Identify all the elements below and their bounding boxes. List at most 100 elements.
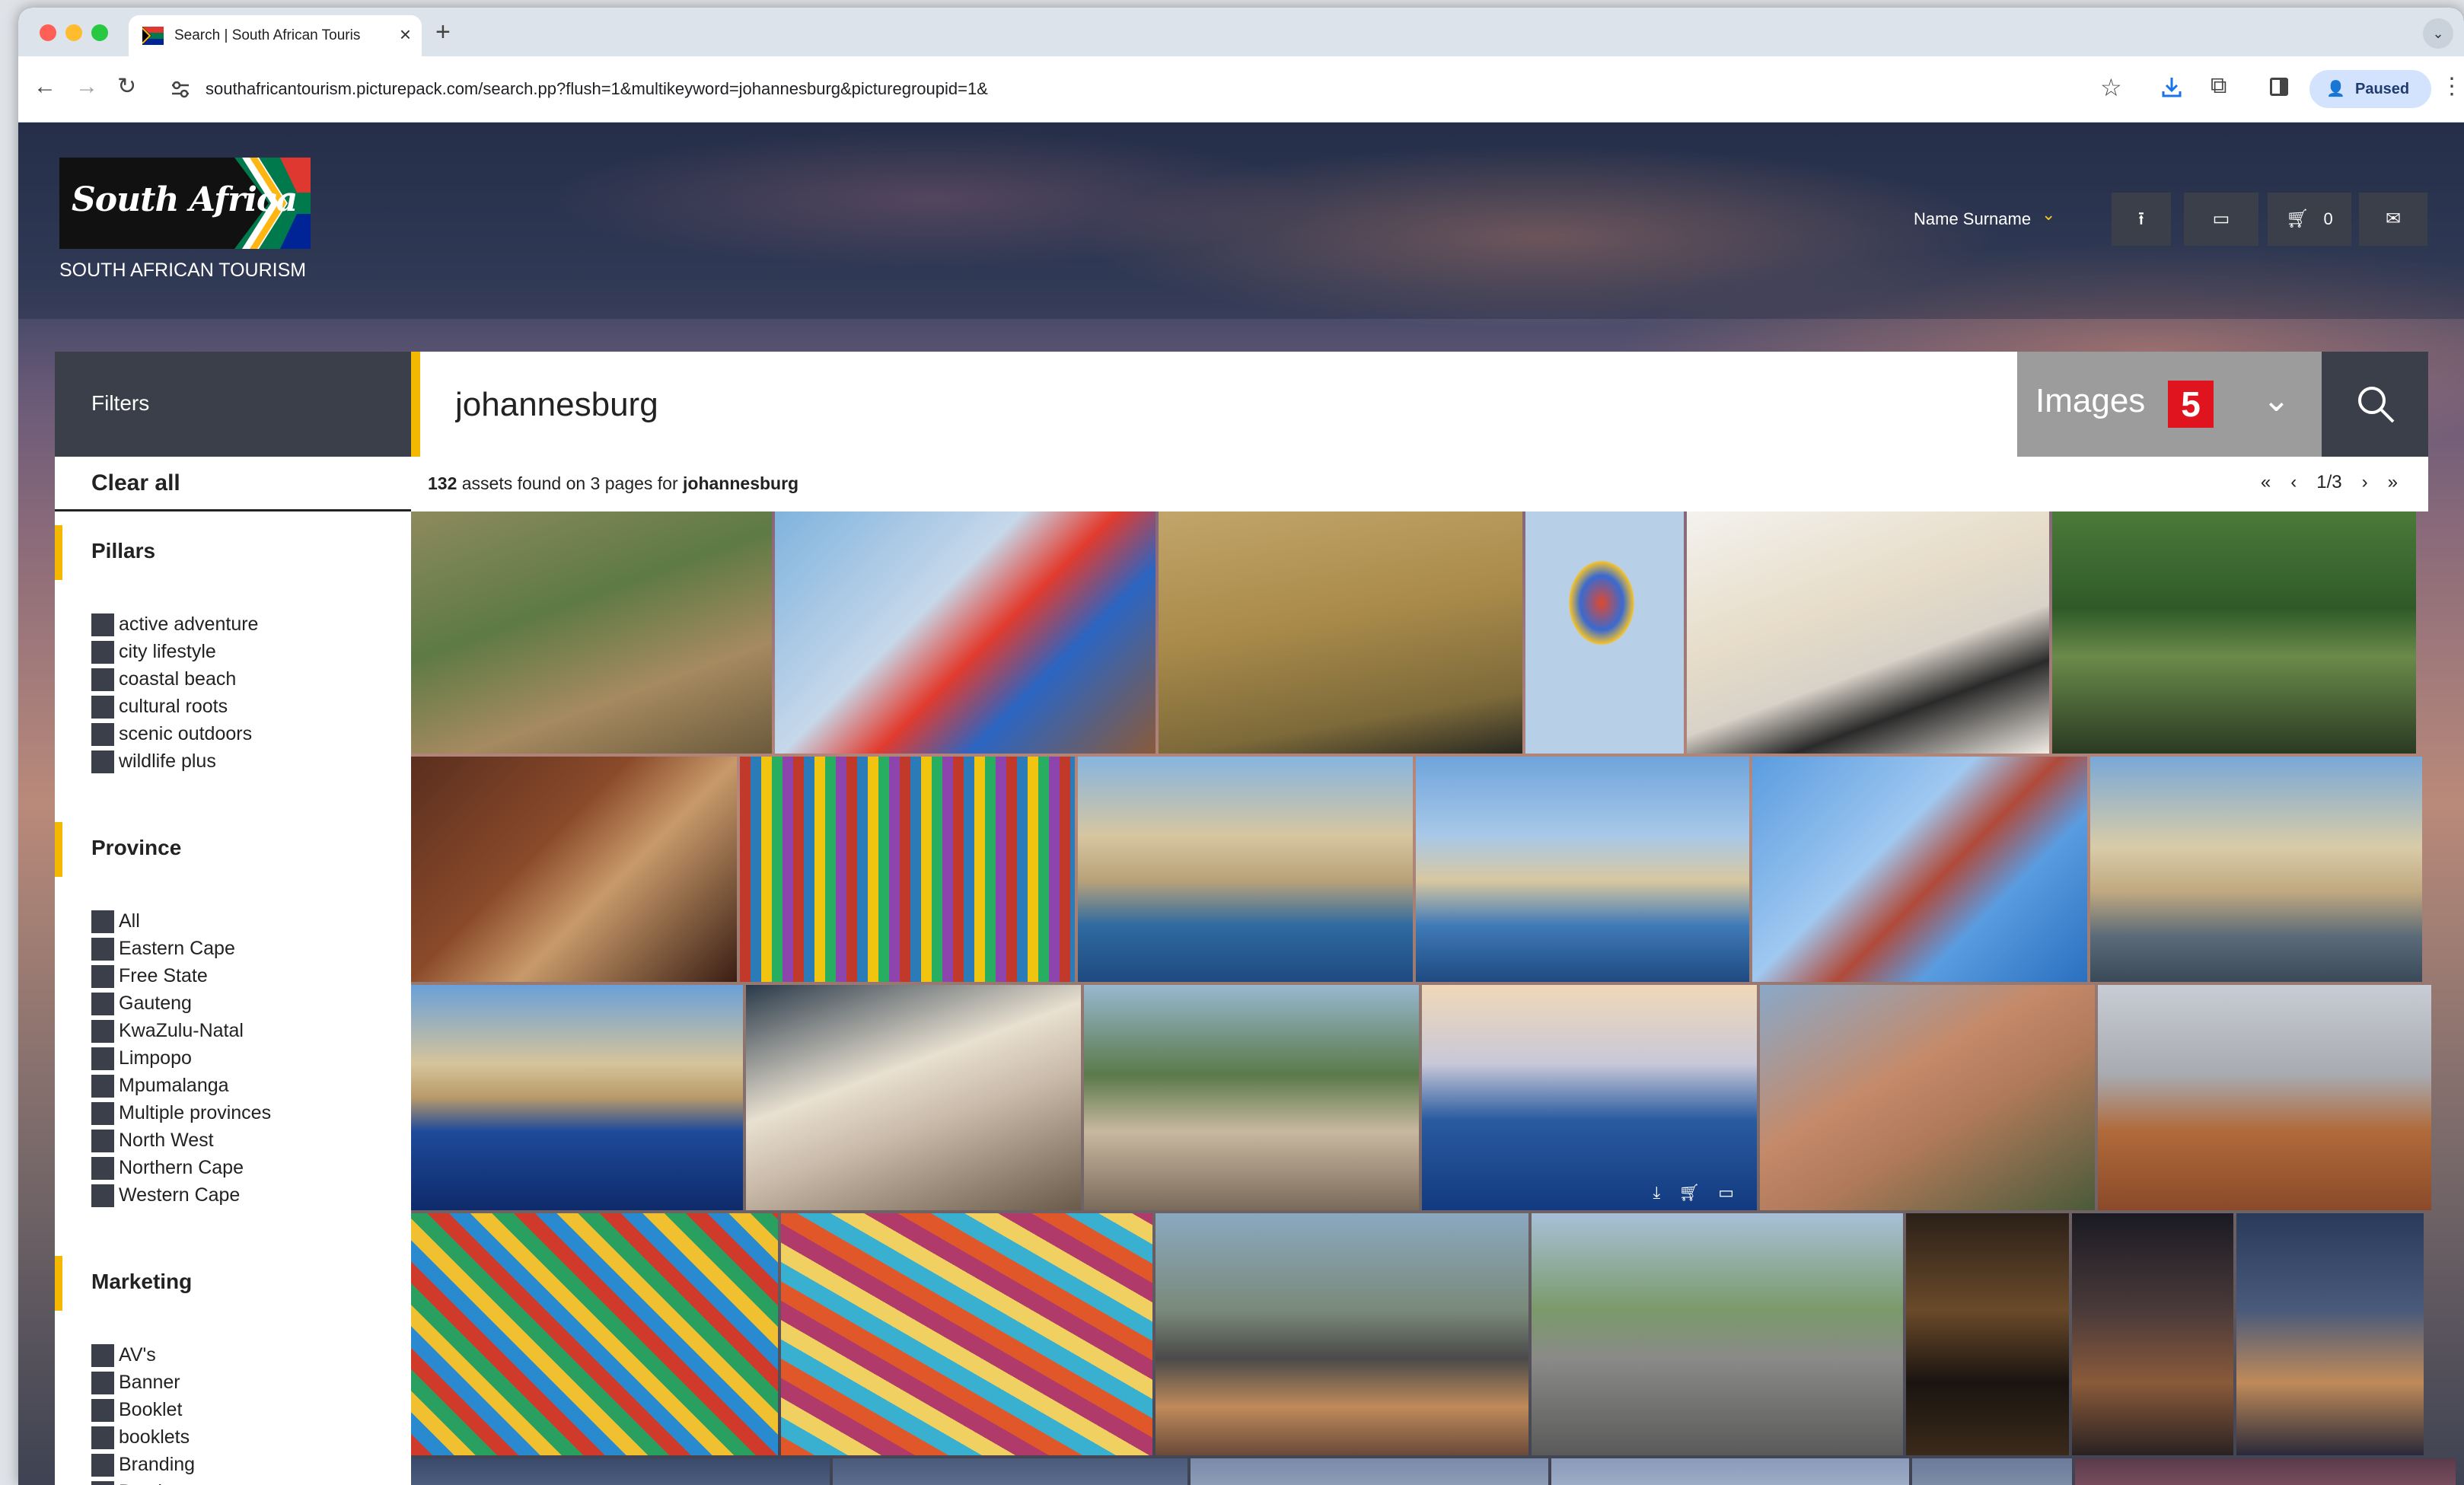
prev-page-button[interactable]: ‹ <box>2290 472 2297 492</box>
forward-icon[interactable]: → <box>75 72 98 102</box>
side-panel-icon[interactable] <box>2270 78 2288 96</box>
image-thumbnail[interactable] <box>1551 1458 1909 1485</box>
profile-button[interactable]: 👤 Paused <box>2309 70 2431 108</box>
new-tab-icon[interactable]: + <box>435 17 451 47</box>
image-thumbnail[interactable] <box>775 511 1155 754</box>
image-thumbnail[interactable] <box>2052 511 2416 754</box>
filter-checkbox[interactable] <box>91 641 114 664</box>
search-button[interactable] <box>2322 352 2428 457</box>
filter-checkbox[interactable] <box>91 1344 114 1367</box>
tab-search-icon[interactable]: ⌄ <box>2423 18 2453 49</box>
filter-checkbox[interactable] <box>91 1102 114 1125</box>
filter-checkbox[interactable] <box>91 1481 114 1485</box>
last-page-button[interactable]: » <box>2388 472 2398 492</box>
filter-checkbox[interactable] <box>91 993 114 1015</box>
image-thumbnail[interactable] <box>1906 1213 2069 1455</box>
chevron-down-icon[interactable]: ⌄ <box>2042 205 2055 225</box>
image-thumbnail[interactable] <box>746 985 1081 1210</box>
filter-checkbox[interactable] <box>91 910 114 933</box>
image-thumbnail[interactable] <box>1416 757 1749 982</box>
filter-checkbox[interactable] <box>91 1399 114 1422</box>
filter-checkbox[interactable] <box>91 1454 114 1477</box>
cart-button[interactable]: 🛒︎ 0 <box>2268 193 2351 246</box>
address-bar[interactable]: southafricantourism.picturepack.com/sear… <box>206 79 988 99</box>
filter-option-label: Mpumalanga <box>119 1075 229 1096</box>
add-to-lightbox-icon[interactable]: ▭ <box>1718 1183 1734 1202</box>
image-thumbnail[interactable]: ⤓ 🛒︎ ▭ <box>1422 985 1757 1210</box>
lightbox-button[interactable]: ▭ <box>2184 193 2258 246</box>
filter-checkbox[interactable] <box>91 1047 114 1070</box>
filter-checkbox[interactable] <box>91 613 114 636</box>
close-window-button[interactable] <box>40 24 56 41</box>
user-menu[interactable]: Name Surname <box>1914 209 2031 229</box>
image-thumbnail[interactable] <box>1084 985 1419 1210</box>
browser-menu-icon[interactable]: ⋮ <box>2440 73 2463 100</box>
image-thumbnail[interactable] <box>411 1213 778 1455</box>
reload-icon[interactable]: ↻ <box>117 72 136 102</box>
add-to-cart-icon[interactable]: 🛒︎ <box>1678 1183 1700 1202</box>
image-thumbnail[interactable] <box>2098 985 2431 1210</box>
image-thumbnail[interactable] <box>781 1213 1152 1455</box>
south-africa-logo[interactable]: South Africa <box>59 158 311 249</box>
image-thumbnail[interactable] <box>1525 511 1684 754</box>
filters-toggle[interactable]: Filters <box>55 352 411 457</box>
page-content: South Africa SOUTH AFRICAN TOURISM Name … <box>18 123 2464 1485</box>
search-input[interactable] <box>454 378 1903 432</box>
filter-checkbox[interactable] <box>91 1372 114 1394</box>
image-thumbnail[interactable] <box>2072 1213 2233 1455</box>
download-icon[interactable]: ⤓ <box>1653 1183 1661 1202</box>
filter-checkbox[interactable] <box>91 723 114 746</box>
image-thumbnail[interactable] <box>1191 1458 1548 1485</box>
image-thumbnail[interactable] <box>1752 757 2087 982</box>
site-settings-icon[interactable] <box>169 79 192 99</box>
image-thumbnail[interactable] <box>1532 1213 1903 1455</box>
filter-checkbox[interactable] <box>91 1184 114 1207</box>
mail-button[interactable]: ✉ <box>2359 193 2427 246</box>
download-icon[interactable] <box>2159 75 2185 100</box>
clear-all-button[interactable]: Clear all <box>55 457 411 511</box>
filter-checkbox[interactable] <box>91 750 114 773</box>
filter-checkbox[interactable] <box>91 668 114 691</box>
filter-option-label: All <box>119 910 140 932</box>
extensions-puzzle-icon[interactable]: ⧉ <box>2211 73 2227 99</box>
maximize-window-button[interactable] <box>91 24 108 41</box>
upload-button[interactable]: ⭱ <box>2112 193 2171 246</box>
image-thumbnail[interactable] <box>2090 757 2422 982</box>
image-thumbnail[interactable] <box>1078 757 1413 982</box>
next-page-button[interactable]: › <box>2362 472 2368 492</box>
filter-checkbox[interactable] <box>91 965 114 988</box>
filter-checkbox[interactable] <box>91 696 114 719</box>
filter-checkbox[interactable] <box>91 938 114 961</box>
image-thumbnail[interactable] <box>411 757 737 982</box>
filter-option-label: North West <box>119 1130 214 1151</box>
filter-checkbox[interactable] <box>91 1130 114 1152</box>
image-thumbnail[interactable] <box>1760 985 2095 1210</box>
image-thumbnail[interactable] <box>1155 1213 1528 1455</box>
back-icon[interactable]: ← <box>33 72 56 102</box>
filter-group-title[interactable]: Province <box>55 822 411 877</box>
asset-type-select[interactable]: Images 5 ⌄ <box>2017 352 2322 457</box>
image-thumbnail[interactable] <box>411 511 772 754</box>
image-thumbnail[interactable] <box>833 1458 1187 1485</box>
image-thumbnail[interactable] <box>1912 1458 2072 1485</box>
image-thumbnail[interactable] <box>2075 1458 2456 1485</box>
filter-group-title[interactable]: Pillars <box>55 525 411 580</box>
image-thumbnail[interactable] <box>740 757 1075 982</box>
number-5-icon: 5 <box>2168 381 2214 428</box>
results-summary: 132 assets found on 3 pages for johannes… <box>428 473 798 494</box>
bookmark-star-icon[interactable]: ☆ <box>2100 73 2122 102</box>
filter-checkbox[interactable] <box>91 1157 114 1180</box>
image-thumbnail[interactable] <box>2236 1213 2424 1455</box>
filter-checkbox[interactable] <box>91 1426 114 1449</box>
tab-active[interactable]: Search | South African Touris × <box>129 15 422 56</box>
image-thumbnail[interactable] <box>411 985 743 1210</box>
tab-close-icon[interactable]: × <box>400 23 411 46</box>
image-thumbnail[interactable] <box>1159 511 1522 754</box>
filter-checkbox[interactable] <box>91 1020 114 1043</box>
filter-checkbox[interactable] <box>91 1075 114 1098</box>
image-thumbnail[interactable] <box>411 1458 830 1485</box>
image-thumbnail[interactable] <box>1687 511 2049 754</box>
filter-group-title[interactable]: Marketing <box>55 1256 411 1311</box>
first-page-button[interactable]: « <box>2261 472 2271 492</box>
minimize-window-button[interactable] <box>65 24 82 41</box>
